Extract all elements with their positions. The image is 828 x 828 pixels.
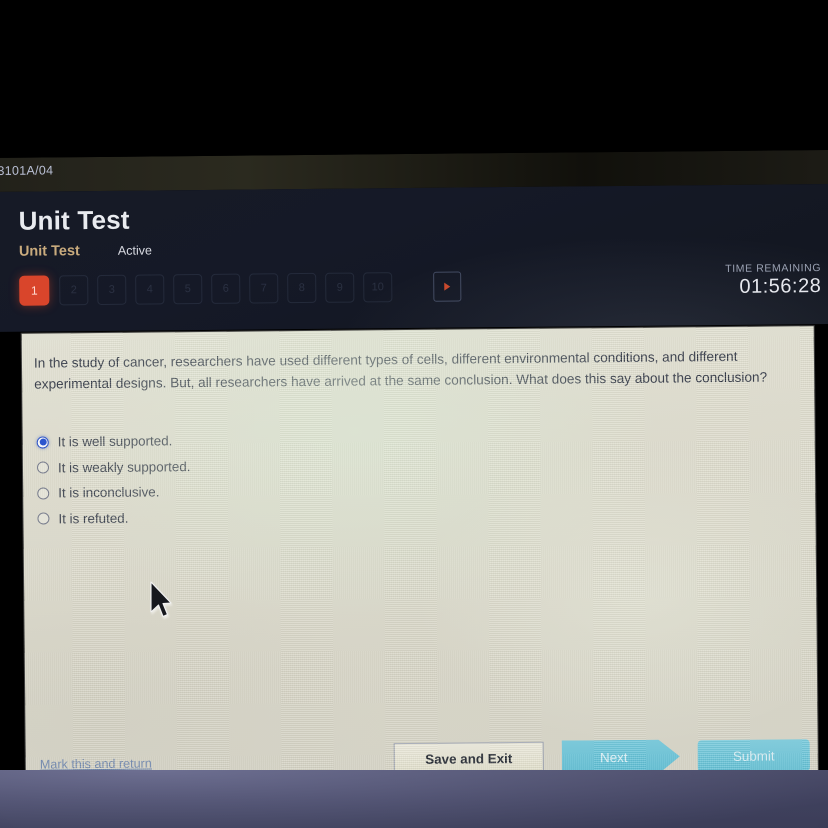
timer-value: 01:56:28: [739, 275, 822, 298]
photo-of-screen: C3101A/04 Unit Test Unit Test Active 1 2…: [0, 0, 828, 828]
test-header: Unit Test Unit Test Active 1 2 3 4 5 6 7…: [0, 183, 828, 332]
radio-button[interactable]: [36, 461, 50, 474]
answer-option-label: It is refuted.: [58, 510, 129, 527]
question-navigator: 1 2 3 4 5 6 7 8 9 10: [19, 266, 809, 314]
timer-label: TIME REMAINING: [725, 262, 822, 275]
screen-surface: C3101A/04 Unit Test Unit Test Active 1 2…: [0, 149, 828, 806]
question-text: In the study of cancer, researchers have…: [33, 348, 768, 392]
question-number-item[interactable]: 2: [59, 275, 89, 306]
radio-button-selected[interactable]: [36, 436, 49, 449]
question-number-list: 2 3 4 5 6 7 8 9 10: [59, 272, 393, 306]
desk-shading: [0, 770, 828, 828]
play-arrow-icon: [444, 282, 451, 291]
question-number-item[interactable]: 3: [97, 274, 127, 305]
desk-surface: [0, 770, 828, 828]
question-number-item[interactable]: 9: [325, 272, 355, 303]
timer: TIME REMAINING 01:56:28: [725, 262, 821, 299]
breadcrumb: Unit Test Active: [19, 242, 152, 260]
nav-next-question-button[interactable]: [433, 271, 462, 302]
answer-option-label: It is weakly supported.: [57, 458, 191, 476]
submit-button[interactable]: Submit: [697, 739, 810, 773]
radio-button[interactable]: [37, 487, 50, 500]
question-number-item[interactable]: 10: [363, 272, 393, 303]
answer-option-label: It is inconclusive.: [58, 484, 160, 501]
radio-button[interactable]: [37, 512, 50, 525]
question-number-item[interactable]: 7: [249, 273, 279, 304]
card-glare: [21, 326, 819, 794]
question-number-item[interactable]: 6: [211, 273, 241, 304]
answer-option-4[interactable]: It is refuted.: [37, 502, 457, 532]
status-badge: Active: [117, 243, 152, 258]
breadcrumb-unit-test[interactable]: Unit Test: [19, 243, 80, 260]
question-number-item[interactable]: 4: [135, 274, 165, 305]
answer-option-1[interactable]: It is well supported.: [36, 426, 457, 456]
answer-option-3[interactable]: It is inconclusive.: [37, 477, 457, 507]
question-number-1[interactable]: 1: [19, 275, 50, 306]
question-number-item[interactable]: 5: [173, 273, 203, 305]
page-title: Unit Test: [18, 204, 130, 236]
question-number-item[interactable]: 8: [287, 272, 317, 304]
answer-options: It is well supported. It is weakly suppo…: [36, 426, 458, 532]
question-card: In the study of cancer, researchers have…: [21, 326, 819, 794]
answer-option-2[interactable]: It is weakly supported.: [36, 451, 457, 481]
answer-option-label: It is well supported.: [57, 433, 173, 450]
course-code-label: C3101A/04: [0, 163, 54, 179]
